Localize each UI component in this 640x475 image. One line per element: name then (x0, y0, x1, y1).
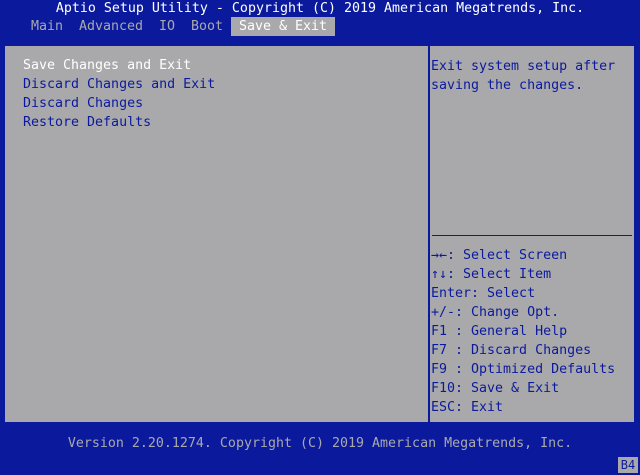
help-divider (432, 235, 632, 236)
panel-divider (428, 46, 430, 422)
menu-tab-save-exit[interactable]: Save & Exit (231, 17, 336, 36)
key-esc-exit: ESC: Exit (431, 400, 504, 415)
option-restore-defaults[interactable]: Restore Defaults (23, 113, 151, 132)
option-save-changes-and-exit[interactable]: Save Changes and Exit (23, 56, 191, 75)
menu-bar: Main Advanced IO Boot Save & Exit (0, 17, 640, 37)
menu-tab-boot[interactable]: Boot (191, 17, 223, 36)
menu-tab-advanced[interactable]: Advanced (79, 17, 143, 36)
key-select-item: ↑↓: Select Item (431, 267, 552, 282)
key-enter-select: Enter: Select (431, 286, 536, 301)
key-save-exit: F10: Save & Exit (431, 381, 560, 396)
menu-tab-main[interactable]: Main (31, 17, 63, 36)
key-optimized-defaults: F9 : Optimized Defaults (431, 362, 616, 377)
setup-title: Aptio Setup Utility - Copyright (C) 2019… (55, 1, 585, 16)
key-discard-changes: F7 : Discard Changes (431, 343, 592, 358)
option-discard-changes[interactable]: Discard Changes (23, 94, 143, 113)
option-discard-changes-and-exit[interactable]: Discard Changes and Exit (23, 75, 215, 94)
version-footer: Version 2.20.1274. Copyright (C) 2019 Am… (67, 436, 573, 451)
key-change-option: +/-: Change Opt. (431, 305, 560, 320)
menu-tab-io[interactable]: IO (159, 17, 175, 36)
post-code-badge: B4 (618, 457, 638, 473)
help-text: Exit system setup after saving the chang… (431, 59, 624, 93)
key-select-screen: →←: Select Screen (431, 248, 568, 263)
key-legend: →←: Select Screen ↑↓: Select Item Enter:… (431, 246, 631, 417)
main-panel: Save Changes and Exit Discard Changes an… (3, 44, 636, 424)
key-general-help: F1 : General Help (431, 324, 568, 339)
